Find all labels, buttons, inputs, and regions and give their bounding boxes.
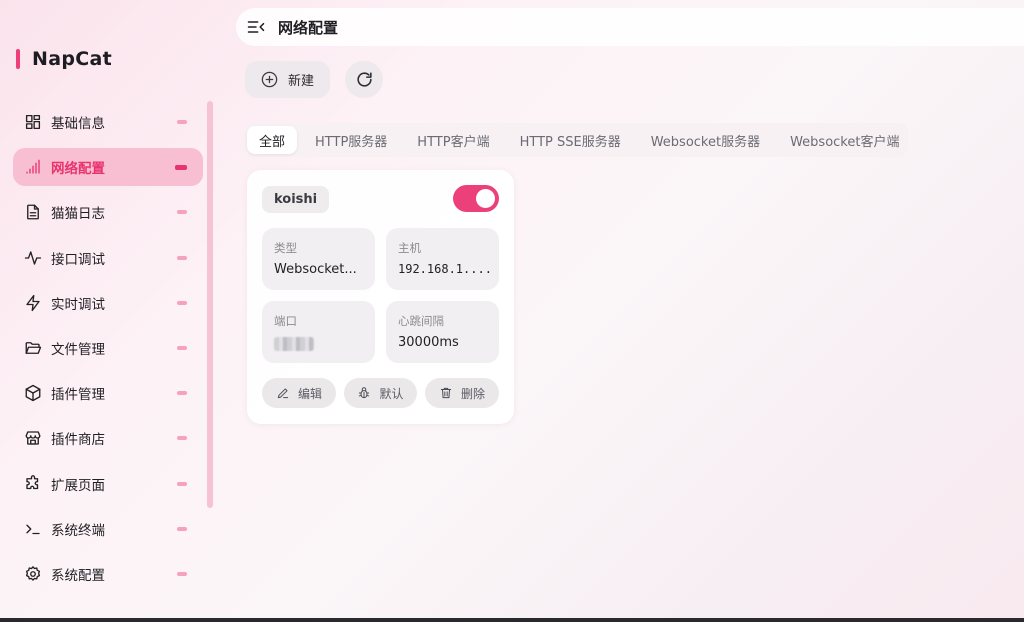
sidebar-item-indicator xyxy=(177,300,187,305)
refresh-button[interactable] xyxy=(345,61,383,98)
sidebar-item-label: 系统终端 xyxy=(51,522,105,539)
sidebar-item-system-terminal[interactable]: 系统终端 xyxy=(13,510,203,548)
sidebar-item-indicator xyxy=(175,164,187,170)
sidebar-item-cat-logs[interactable]: 猫猫日志 xyxy=(13,193,203,231)
sidebar-item-indicator xyxy=(177,210,187,215)
pencil-icon xyxy=(277,388,289,399)
sidebar-item-file-manager[interactable]: 文件管理 xyxy=(13,329,203,367)
sidebar-item-label: 接口调试 xyxy=(51,251,105,268)
signal-bars-icon xyxy=(24,158,42,176)
field-label: 端口 xyxy=(274,314,297,328)
sidebar-item-indicator xyxy=(177,345,187,350)
sidebar-scrollbar[interactable] xyxy=(207,101,213,508)
sidebar-item-plugin-manager[interactable]: 插件管理 xyxy=(13,374,203,412)
sidebar-item-label: 扩展页面 xyxy=(51,477,105,494)
sidebar-item-label: 猫猫日志 xyxy=(51,206,105,223)
plus-circle-icon xyxy=(261,71,278,88)
sidebar-item-label: 插件管理 xyxy=(51,387,105,404)
config-name-badge: koishi xyxy=(262,186,330,213)
trash-icon xyxy=(440,387,452,399)
sidebar-item-realtime-debug[interactable]: 实时调试 xyxy=(13,284,203,322)
sidebar-item-extension-pages[interactable]: 扩展页面 xyxy=(13,465,203,503)
tab-websocket-server[interactable]: Websocket服务器 xyxy=(639,126,772,154)
field-label: 主机 xyxy=(398,241,421,255)
store-icon xyxy=(24,429,42,447)
sidebar-item-label: 文件管理 xyxy=(51,341,105,358)
document-icon xyxy=(24,203,42,221)
edit-button[interactable]: 编辑 xyxy=(262,378,336,408)
field-host: 主机 192.168.1.... xyxy=(386,228,499,290)
sidebar-item-label: 网络配置 xyxy=(51,161,105,178)
activity-icon xyxy=(24,249,42,267)
sidebar: NapCat 基础信息 网络配置 猫猫日志 接口调试 实时调试 文件管理 插件管… xyxy=(0,0,222,618)
redacted-port-value xyxy=(274,337,314,351)
network-config-card: koishi 类型 Websocket... 主机 192.168.1.... … xyxy=(247,170,514,424)
default-button[interactable]: 默认 xyxy=(344,378,417,408)
sidebar-item-indicator xyxy=(177,255,187,260)
sidebar-item-indicator xyxy=(177,391,187,396)
sidebar-item-label: 系统配置 xyxy=(51,567,105,584)
sidebar-item-indicator xyxy=(177,526,187,531)
tab-all[interactable]: 全部 xyxy=(247,126,298,154)
sidebar-item-indicator xyxy=(177,571,187,576)
page-header: 网络配置 xyxy=(236,8,1024,46)
sidebar-item-basic-info[interactable]: 基础信息 xyxy=(13,103,203,141)
brand-accent-bar xyxy=(16,49,20,69)
tab-http-client[interactable]: HTTP客户端 xyxy=(405,126,501,154)
tab-websocket-client[interactable]: Websocket客户端 xyxy=(778,126,911,154)
field-value: 192.168.1.... xyxy=(398,262,492,276)
sidebar-nav: 基础信息 网络配置 猫猫日志 接口调试 实时调试 文件管理 插件管理 插件商店 … xyxy=(13,103,203,600)
sidebar-item-label: 实时调试 xyxy=(51,296,105,313)
sidebar-item-network-config[interactable]: 网络配置 xyxy=(13,148,203,187)
terminal-icon xyxy=(24,520,42,538)
bug-icon xyxy=(359,387,370,399)
folder-icon xyxy=(24,339,42,357)
lightning-icon xyxy=(24,294,42,312)
field-type: 类型 Websocket... xyxy=(262,228,375,290)
toggle-knob xyxy=(476,189,495,208)
new-button-label: 新建 xyxy=(288,74,315,89)
delete-button-label: 删除 xyxy=(460,386,485,401)
edit-button-label: 编辑 xyxy=(297,386,322,401)
field-heartbeat: 心跳间隔 30000ms xyxy=(386,301,499,363)
field-label: 心跳间隔 xyxy=(398,314,444,328)
dashboard-grid-icon xyxy=(24,113,42,131)
sidebar-item-api-debug[interactable]: 接口调试 xyxy=(13,239,203,277)
tab-http-server[interactable]: HTTP服务器 xyxy=(303,126,399,154)
field-value: 30000ms xyxy=(398,335,459,350)
app-root: NapCat 基础信息 网络配置 猫猫日志 接口调试 实时调试 文件管理 插件管… xyxy=(0,0,1024,622)
sidebar-item-label: 插件商店 xyxy=(51,432,105,449)
default-button-label: 默认 xyxy=(379,386,404,401)
sidebar-item-plugin-store[interactable]: 插件商店 xyxy=(13,419,203,457)
field-value: Websocket... xyxy=(274,262,357,277)
brand: NapCat xyxy=(16,44,112,74)
package-icon xyxy=(24,384,42,402)
window-bottom-edge xyxy=(0,618,1024,622)
tab-http-sse-server[interactable]: HTTP SSE服务器 xyxy=(508,126,633,154)
field-label: 类型 xyxy=(274,241,297,255)
sidebar-item-label: 基础信息 xyxy=(51,116,105,132)
delete-button[interactable]: 删除 xyxy=(425,378,499,408)
refresh-icon xyxy=(356,72,372,87)
sidebar-item-indicator xyxy=(177,481,187,486)
sidebar-item-indicator xyxy=(177,120,187,124)
sidebar-item-system-config[interactable]: 系统配置 xyxy=(13,555,203,593)
filter-tabs: 全部 HTTP服务器 HTTP客户端 HTTP SSE服务器 Websocket… xyxy=(244,123,908,157)
enable-toggle[interactable] xyxy=(453,185,499,212)
gear-icon xyxy=(24,565,42,583)
new-button[interactable]: 新建 xyxy=(245,61,330,98)
puzzle-icon xyxy=(24,474,42,493)
sidebar-item-indicator xyxy=(177,436,187,441)
page-title: 网络配置 xyxy=(278,18,339,37)
brand-name: NapCat xyxy=(32,48,112,70)
card-actions: 编辑 默认 删除 xyxy=(262,378,507,408)
field-port: 端口 xyxy=(262,301,375,363)
collapse-menu-icon[interactable] xyxy=(246,17,266,37)
